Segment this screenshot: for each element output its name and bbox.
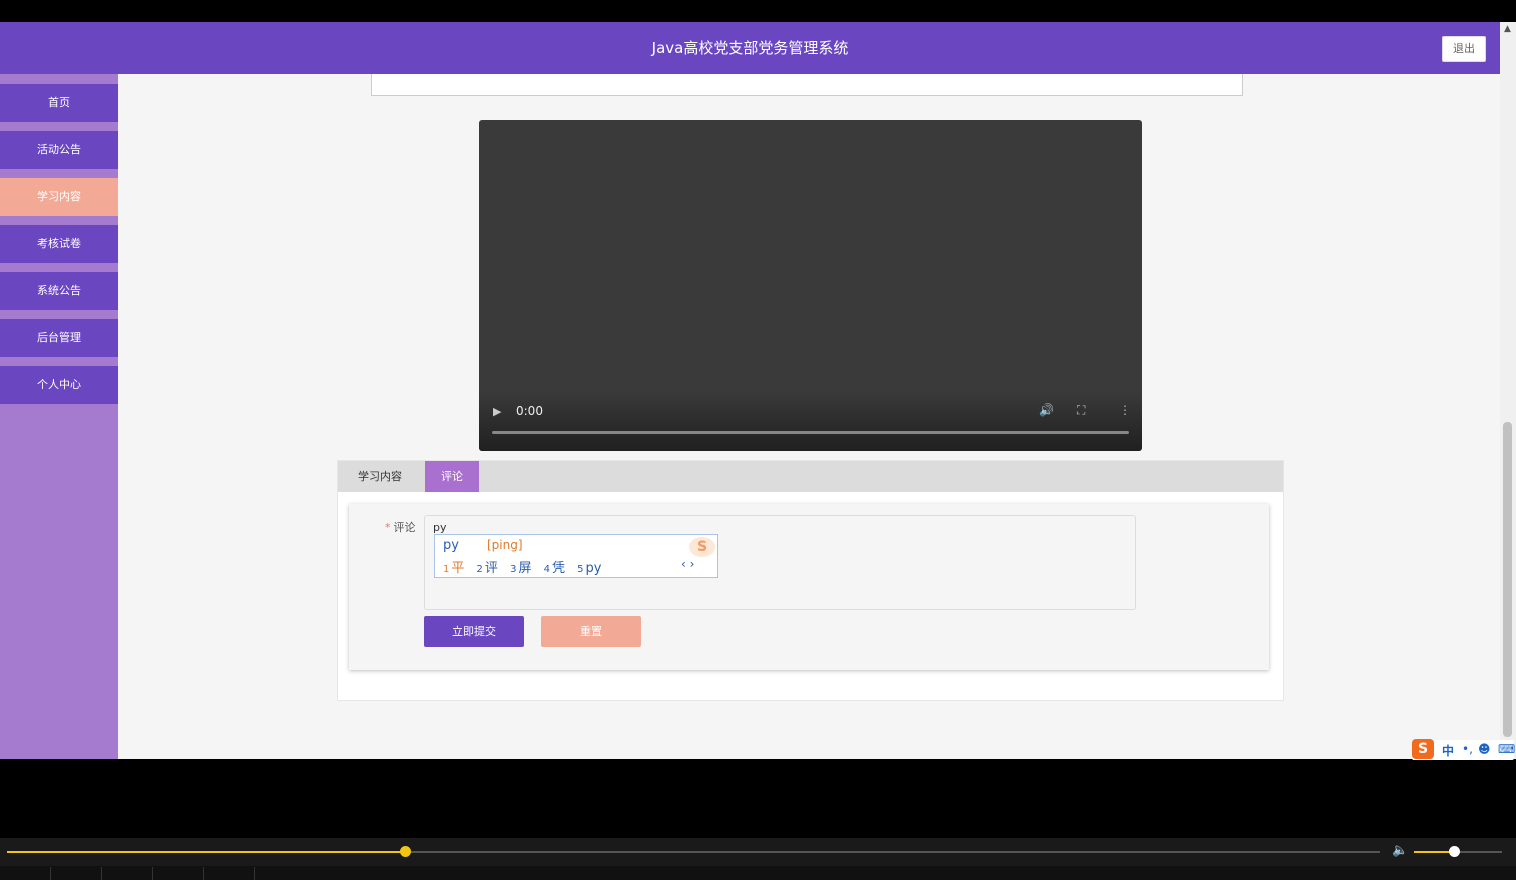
comment-label-text: 评论 <box>393 521 416 534</box>
comment-label: * 评论 <box>385 519 416 535</box>
tabs-panel: 学习内容 评论 *评论 py py [ping] S 1平 2评 3屏 4凭 <box>337 460 1284 701</box>
ime-candidate[interactable]: 2评 <box>477 561 498 576</box>
ime-candidate-popup: py [ping] S 1平 2评 3屏 4凭 5 py ‹ › <box>434 534 718 578</box>
ime-candidate-list: 1平 2评 3屏 4凭 5 py <box>443 557 609 576</box>
scroll-up-icon[interactable]: ▲ <box>1504 24 1511 34</box>
sidebar-item-admin[interactable]: 后台管理 <box>0 319 118 357</box>
strip-cell <box>51 867 102 880</box>
sidebar-item-home[interactable]: 首页 <box>0 84 118 122</box>
scrollbar-thumb[interactable] <box>1503 422 1512 737</box>
submit-button[interactable]: 立即提交 <box>424 616 524 647</box>
ime-punctuation-icon[interactable]: •, <box>1462 742 1473 756</box>
player-bottom-strip <box>0 866 1516 880</box>
ime-page-next-icon[interactable]: ‹ › <box>681 557 694 571</box>
fullscreen-icon[interactable]: ⛶ <box>1077 403 1085 418</box>
strip-cell <box>204 867 255 880</box>
video-progress-bar[interactable] <box>492 431 1129 434</box>
seek-handle[interactable] <box>400 846 412 857</box>
reset-button[interactable]: 重置 <box>541 616 641 647</box>
ime-candidate[interactable]: 4凭 <box>544 561 565 576</box>
volume-slider[interactable] <box>1414 846 1502 857</box>
ime-pinyin: [ping] <box>487 538 523 552</box>
seek-progress <box>7 851 406 853</box>
strip-cell <box>0 867 51 880</box>
sidebar: 首页 活动公告 学习内容 考核试卷 系统公告 后台管理 个人中心 <box>0 74 118 759</box>
strip-cell <box>102 867 153 880</box>
sidebar-item-exam-paper[interactable]: 考核试卷 <box>0 225 118 263</box>
video-control-bar <box>479 391 1142 451</box>
content-panel <box>371 74 1243 96</box>
ime-emoji-icon[interactable]: ☻ <box>1478 742 1491 756</box>
tab-bar: 学习内容 评论 <box>338 461 1283 492</box>
volume-level <box>1414 851 1454 853</box>
ime-mode-indicator[interactable]: 中 <box>1442 742 1454 759</box>
ime-candidate[interactable]: 3屏 <box>510 561 531 576</box>
volume-handle[interactable] <box>1448 846 1460 857</box>
video-player[interactable]: ▶ 0:00 🔊 ⛶ ⋮ <box>479 120 1142 451</box>
comment-form: *评论 py py [ping] S 1平 2评 3屏 4凭 5py ‹ › <box>349 504 1269 670</box>
ime-status-bar: S 中 •, ☻ ⌨ <box>1412 739 1515 760</box>
strip-cell <box>153 867 204 880</box>
sidebar-item-activity-notice[interactable]: 活动公告 <box>0 131 118 169</box>
tab-comment[interactable]: 评论 <box>425 461 479 492</box>
video-time: 0:00 <box>516 404 543 418</box>
ime-composition: py <box>443 538 459 553</box>
sidebar-item-system-notice[interactable]: 系统公告 <box>0 272 118 310</box>
tab-study-content[interactable]: 学习内容 <box>338 461 422 492</box>
volume-icon[interactable]: 🔈 <box>1392 843 1408 858</box>
play-icon[interactable]: ▶ <box>493 405 501 418</box>
sidebar-item-personal-center[interactable]: 个人中心 <box>0 366 118 404</box>
ime-logo-icon: S <box>689 537 715 557</box>
media-player-bar: 🔈 <box>0 838 1516 866</box>
top-header: Java高校党支部党务管理系统 退出 <box>0 22 1500 74</box>
logout-button[interactable]: 退出 <box>1442 36 1486 62</box>
page-scrollbar[interactable]: ▲ <box>1500 22 1516 759</box>
ime-status-logo-icon[interactable]: S <box>1412 739 1434 759</box>
volume-icon[interactable]: 🔊 <box>1039 403 1054 417</box>
comment-typed-text: py <box>433 521 447 534</box>
ime-keyboard-icon[interactable]: ⌨ <box>1498 742 1515 756</box>
seek-slider[interactable] <box>7 846 1380 857</box>
required-mark: * <box>385 521 391 534</box>
more-options-icon[interactable]: ⋮ <box>1119 403 1131 417</box>
app-title: Java高校党支部党务管理系统 <box>651 39 849 57</box>
ime-candidate[interactable]: 5 py <box>577 561 601 576</box>
sidebar-item-study-content[interactable]: 学习内容 <box>0 178 118 216</box>
app-window: Java高校党支部党务管理系统 退出 首页 活动公告 学习内容 考核试卷 系统公… <box>0 22 1500 759</box>
ime-candidate[interactable]: 1平 <box>443 561 464 576</box>
main-content: ▶ 0:00 🔊 ⛶ ⋮ 学习内容 评论 *评论 py py [ping] S <box>118 74 1500 759</box>
